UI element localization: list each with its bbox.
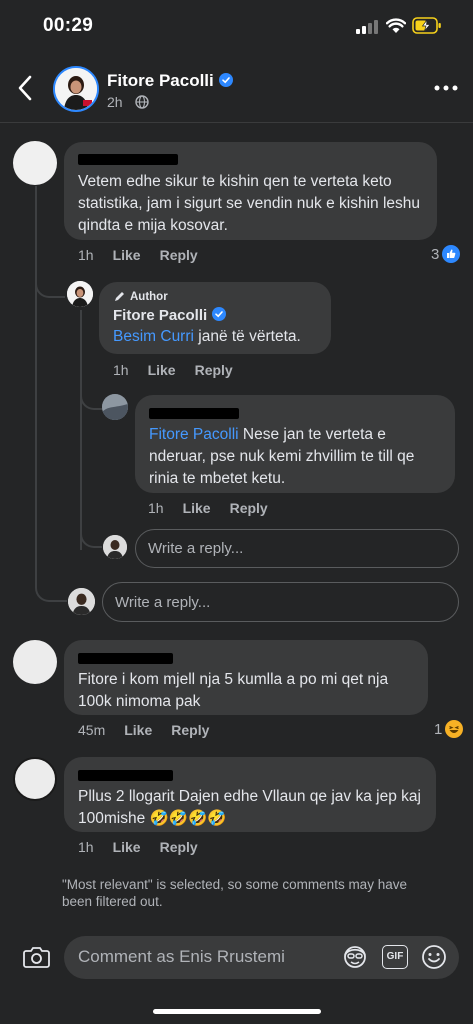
redacted-name (78, 770, 173, 781)
cellular-signal-icon (356, 20, 378, 34)
redacted-name (78, 653, 173, 664)
reply-placeholder: Write a reply... (148, 540, 244, 557)
thread-line (35, 186, 37, 586)
filter-notice: "Most relevant" is selected, so some com… (62, 877, 407, 909)
redacted-name (149, 408, 239, 419)
wifi-icon (386, 18, 406, 33)
profile-name: Fitore Pacolli (107, 71, 214, 90)
mention-link[interactable]: Fitore Pacolli (149, 426, 239, 443)
back-arrow-icon[interactable] (16, 74, 36, 102)
reply-button[interactable]: Reply (171, 722, 209, 738)
reaction-summary[interactable]: 1 (434, 720, 464, 738)
comment-bubble[interactable]: Vetem edhe sikur te kishin qen te vertet… (64, 142, 437, 240)
verified-badge-icon (212, 307, 227, 321)
nested-reply-input[interactable]: Write a reply... (135, 529, 459, 568)
comment-text: Fitore i kom mjell nja 5 kumlla a po mi … (78, 671, 389, 710)
commenter-avatar[interactable] (13, 640, 57, 684)
globe-icon (135, 95, 149, 109)
thread-connector (80, 528, 102, 548)
like-button[interactable]: Like (183, 500, 211, 516)
user-avatar (68, 588, 95, 615)
profile-photo-icon (102, 394, 128, 420)
like-button[interactable]: Like (113, 839, 141, 855)
author-avatar[interactable] (67, 281, 93, 307)
thread-connector (80, 392, 102, 410)
profile-photo-icon (55, 68, 97, 110)
camera-icon[interactable] (23, 945, 50, 969)
like-button[interactable]: Like (148, 362, 176, 378)
reaction-count: 3 (431, 245, 440, 263)
comment-time: 1h (113, 362, 129, 378)
author-badge: Author (113, 290, 317, 303)
like-button[interactable]: Like (124, 722, 152, 738)
header-divider (0, 122, 473, 123)
comment-text: Vetem edhe sikur te kishin qen te vertet… (78, 173, 421, 234)
like-button[interactable]: Like (113, 247, 141, 263)
avatar-sticker-icon[interactable] (342, 945, 368, 969)
reply-placeholder: Write a reply... (115, 593, 211, 611)
comment-time: 45m (78, 722, 106, 738)
comment-time: 1h (78, 247, 94, 263)
thread-line (80, 310, 82, 550)
commenter-avatar[interactable] (13, 141, 57, 185)
comment-time: 1h (78, 839, 94, 855)
commenter-avatar[interactable] (102, 394, 128, 420)
reply-button[interactable]: Reply (195, 362, 233, 378)
composer-placeholder: Comment as Enis Rrustemi (78, 947, 285, 966)
thread-connector (35, 268, 65, 298)
reply-input[interactable]: Write a reply... (102, 582, 459, 622)
thread-connector (35, 574, 67, 602)
haha-icon (445, 720, 464, 738)
gif-button[interactable]: GIF (382, 945, 408, 969)
home-indicator (153, 1009, 321, 1014)
profile-photo-icon (103, 535, 127, 559)
comment-actions: 1h Like Reply (113, 362, 233, 378)
pen-icon (115, 292, 124, 301)
commenter-name-text: Fitore Pacolli (113, 307, 208, 324)
mention-link[interactable]: Besim Curri (113, 328, 194, 345)
commenter-avatar[interactable] (13, 757, 57, 801)
battery-charging-icon (412, 17, 441, 34)
page-title[interactable]: Fitore Pacolli (107, 71, 233, 91)
header-avatar[interactable] (53, 66, 99, 112)
post-time: 2h (107, 94, 123, 110)
comment-text: Pllus 2 llogarit Dajen edhe Vllaun qe ja… (78, 788, 421, 827)
reply-button[interactable]: Reply (230, 500, 268, 516)
profile-photo-icon (67, 281, 93, 307)
comment-text: janë të vërteta. (193, 328, 301, 345)
comment-bubble[interactable]: Pllus 2 llogarit Dajen edhe Vllaun qe ja… (64, 757, 436, 832)
author-badge-label: Author (130, 290, 168, 303)
verified-badge-icon (218, 73, 233, 87)
like-icon (442, 245, 461, 263)
comment-actions: 45m Like Reply (78, 722, 209, 738)
status-time: 00:29 (43, 15, 94, 36)
comment-actions: 1h Like Reply (78, 247, 198, 263)
reaction-count: 1 (434, 720, 443, 738)
profile-photo-icon (68, 588, 95, 615)
reply-button[interactable]: Reply (160, 247, 198, 263)
comment-actions: 1h Like Reply (78, 839, 198, 855)
comment-bubble[interactable]: Fitore Pacolli Nese jan te verteta e nde… (135, 395, 455, 493)
comment-time: 1h (148, 500, 164, 516)
reaction-summary[interactable]: 3 (431, 245, 461, 263)
redacted-name (78, 154, 178, 165)
comment-bubble[interactable]: Fitore i kom mjell nja 5 kumlla a po mi … (64, 640, 428, 715)
more-options-icon[interactable] (434, 84, 458, 92)
comment-actions: 1h Like Reply (148, 500, 268, 516)
reply-button[interactable]: Reply (160, 839, 198, 855)
emoji-icon[interactable] (421, 944, 447, 970)
author-reply-bubble[interactable]: Author Fitore Pacolli Besim Curri janë t… (99, 282, 331, 354)
user-avatar (103, 535, 127, 559)
commenter-name[interactable]: Fitore Pacolli (113, 307, 317, 324)
